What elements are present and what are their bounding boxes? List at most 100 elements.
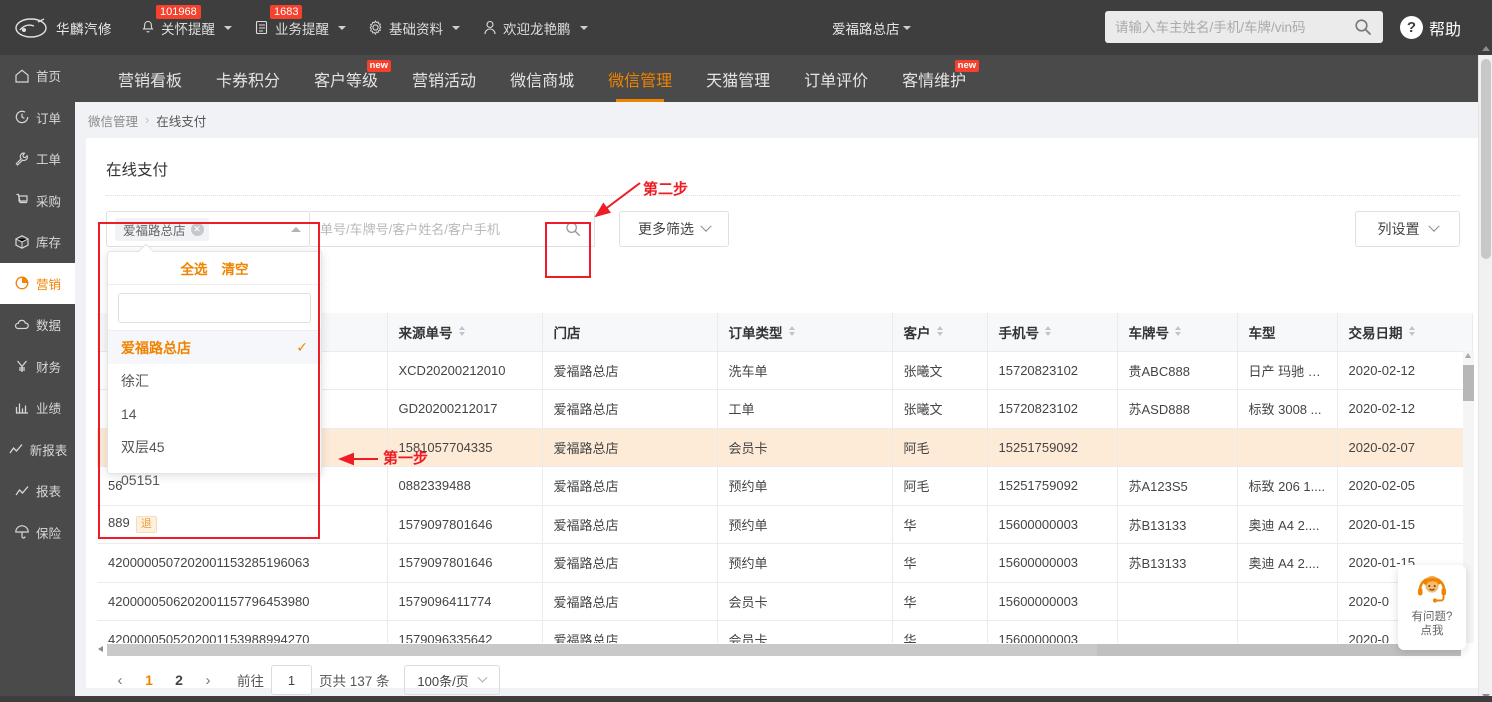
select-all-button[interactable]: 全选 xyxy=(181,258,208,278)
th-phone[interactable]: 手机号 xyxy=(987,313,1118,352)
pagination-page-1[interactable]: 1 xyxy=(134,666,164,694)
headset-operator-icon xyxy=(1413,571,1451,610)
clear-button[interactable]: 清空 xyxy=(222,258,249,278)
more-filter-button[interactable]: 更多筛选 xyxy=(619,211,729,247)
pagination-page-size-label: 100条/页 xyxy=(417,673,469,689)
tab-label: 微信管理 xyxy=(608,72,673,90)
chevron-down-icon xyxy=(338,25,346,30)
store-dropdown-option[interactable]: 徐汇 xyxy=(108,364,321,397)
pie-icon xyxy=(14,275,31,292)
cell-customer: 张曦文 xyxy=(892,351,988,390)
sidebar-item-home[interactable]: 首页 xyxy=(0,55,75,97)
sidebar-item-inventory[interactable]: 库存 xyxy=(0,221,75,263)
brand-logo[interactable]: 华麟汽修 xyxy=(0,17,130,39)
cell-car-model xyxy=(1237,428,1338,467)
tab-marketing-campaign[interactable]: 营销活动 xyxy=(395,55,493,102)
sort-icon[interactable] xyxy=(788,325,796,340)
scrollbar-thumb[interactable] xyxy=(107,644,1097,656)
tab-wechat-mall[interactable]: 微信商城 xyxy=(493,55,591,102)
tab-label: 卡券积分 xyxy=(216,72,281,90)
store-dropdown-option[interactable]: 14 xyxy=(108,397,321,430)
sort-icon[interactable] xyxy=(458,325,466,340)
sidebar-item-marketing[interactable]: 营销 xyxy=(0,262,75,304)
document-icon xyxy=(254,20,269,35)
cell-source-no: 1579096335642 xyxy=(387,620,543,643)
header-item-user[interactable]: 欢迎龙艳鹏 xyxy=(482,18,588,38)
return-badge: 退 xyxy=(135,516,157,534)
sort-icon[interactable] xyxy=(1044,325,1052,340)
pagination-prev[interactable]: ‹ xyxy=(106,666,134,694)
service-widget-line2: 点我 xyxy=(1420,625,1444,637)
store-dropdown-option[interactable]: 05151 xyxy=(108,463,321,496)
customer-service-widget[interactable]: 有问题? 点我 xyxy=(1398,565,1466,650)
tab-order-review[interactable]: 订单评价 xyxy=(787,55,885,102)
search-icon[interactable] xyxy=(1343,11,1383,43)
tab-tmall-management[interactable]: 天猫管理 xyxy=(689,55,787,102)
table-row[interactable]: 4200000506202001157796453980 157909641177… xyxy=(97,582,1473,621)
sidebar-item-label: 数据 xyxy=(35,319,61,334)
sidebar-item-data[interactable]: 数据 xyxy=(0,304,75,346)
sidebar-item-performance[interactable]: 业绩 xyxy=(0,387,75,429)
bars-icon xyxy=(14,399,31,416)
cell-order-type: 会员卡 xyxy=(717,620,893,643)
tab-customer-care[interactable]: 客情维护 new xyxy=(885,55,983,102)
header-item-care-reminder[interactable]: 关怀提醒 101968 xyxy=(140,4,232,38)
th-source-no[interactable]: 来源单号 xyxy=(387,313,543,352)
store-dropdown-list: 爱福路总店 ✓ 徐汇 14 双层45 05151 xyxy=(108,330,321,496)
table-horizontal-scrollbar[interactable] xyxy=(97,643,1472,657)
scrollbar-thumb[interactable] xyxy=(1481,59,1491,259)
pagination-next[interactable]: › xyxy=(194,666,222,694)
cell-trade-date: 2020-02-07 xyxy=(1337,428,1473,467)
store-dropdown-option[interactable]: 双层45 xyxy=(108,430,321,463)
th-plate[interactable]: 车牌号 xyxy=(1117,313,1238,352)
table-row[interactable]: 4200000505202001153988994270 157909633564… xyxy=(97,620,1473,643)
th-order-type[interactable]: 订单类型 xyxy=(717,313,893,352)
sidebar-item-insurance[interactable]: 保险 xyxy=(0,512,75,554)
store-filter-select[interactable]: 爱福路总店 ✕ xyxy=(106,211,310,247)
page-scrollbar[interactable] xyxy=(1478,46,1492,702)
table-row[interactable]: 889 退 1579097801646 爱福路总店 预约单华 15600000003 苏B1… xyxy=(97,505,1473,544)
pagination-goto-input[interactable] xyxy=(271,665,312,695)
sidebar-item-orders[interactable]: 订单 xyxy=(0,97,75,139)
store-dropdown-search-input[interactable] xyxy=(118,293,311,323)
search-icon[interactable] xyxy=(552,212,594,246)
help-button[interactable]: ? 帮助 xyxy=(1400,16,1461,40)
column-setting-button[interactable]: 列设置 xyxy=(1355,211,1460,247)
header-item-basic-data[interactable]: 基础资料 xyxy=(368,18,460,38)
tab-wechat-management[interactable]: 微信管理 xyxy=(591,55,689,102)
wrench-icon xyxy=(14,150,31,167)
sidebar-item-new-report[interactable]: 新报表 xyxy=(0,429,75,471)
chevron-down-icon xyxy=(579,25,588,30)
global-search-input[interactable] xyxy=(1105,12,1343,42)
sort-icon[interactable] xyxy=(1174,325,1182,340)
cell-order-type: 预约单 xyxy=(717,543,893,583)
cell-customer: 华 xyxy=(892,505,988,544)
breadcrumb-parent[interactable]: 微信管理 xyxy=(88,111,138,130)
sidebar-item-finance[interactable]: 财务 xyxy=(0,346,75,388)
tab-coupon-points[interactable]: 卡券积分 xyxy=(199,55,297,102)
th-store: 门店 xyxy=(542,313,718,352)
cell-order-no: 4200000506202001157796453980 xyxy=(97,582,388,621)
pagination-page-2[interactable]: 2 xyxy=(164,666,194,694)
tab-marketing-board[interactable]: 营销看板 xyxy=(101,55,199,102)
sidebar-item-purchase[interactable]: 采购 xyxy=(0,180,75,222)
close-icon[interactable]: ✕ xyxy=(190,222,204,236)
th-customer[interactable]: 客户 xyxy=(892,313,988,352)
tab-customer-level[interactable]: 客户等级 new xyxy=(297,55,395,102)
chevron-up-icon[interactable] xyxy=(1482,46,1490,51)
scrollbar-thumb[interactable] xyxy=(1463,365,1474,401)
sort-icon[interactable] xyxy=(1408,325,1416,340)
pagination-page-size-select[interactable]: 100条/页 xyxy=(403,665,500,695)
table-row[interactable]: 4200000507202001153285196063 157909780164… xyxy=(97,543,1473,583)
keyword-search-input[interactable] xyxy=(310,212,552,246)
header-item-business-reminder[interactable]: 业务提醒 1683 xyxy=(254,4,346,38)
store-dropdown-option[interactable]: 爱福路总店 ✓ xyxy=(108,331,321,364)
sidebar-item-report[interactable]: 报表 xyxy=(0,470,75,512)
sidebar-item-label: 库存 xyxy=(35,236,61,251)
divider xyxy=(106,195,1460,196)
sort-icon[interactable] xyxy=(936,325,944,340)
th-trade-date[interactable]: 交易日期 xyxy=(1337,313,1473,352)
sidebar-item-workorder[interactable]: 工单 xyxy=(0,138,75,180)
header-store-selector[interactable]: 爱福路总店 xyxy=(832,18,911,38)
th-car-model: 车型 xyxy=(1237,313,1338,352)
